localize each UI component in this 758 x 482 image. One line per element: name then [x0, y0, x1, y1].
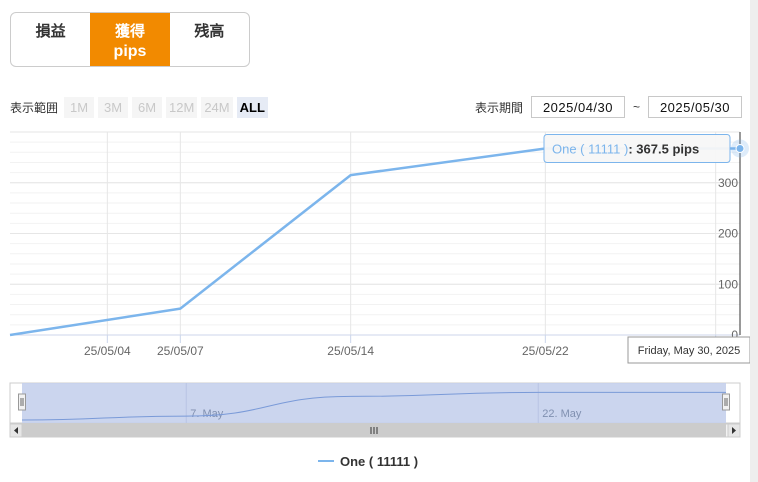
x-tick-label: 25/05/14 [327, 344, 374, 358]
x-tick-label: 25/05/07 [157, 344, 204, 358]
crosshair-date-label: Friday, May 30, 2025 [638, 345, 741, 357]
tooltip-value: : 367.5 pips [628, 141, 699, 156]
navigator-label: 22. May [542, 408, 582, 420]
y-tick-label: 300 [718, 176, 738, 190]
navigator-label: 7. May [190, 408, 224, 420]
navigator-right-handle[interactable] [722, 393, 730, 411]
navigator: 7. May 22. May [9, 382, 741, 438]
y-tick-label: 100 [718, 277, 738, 291]
y-axis: 0100200300 [718, 176, 738, 342]
page-scrollbar[interactable] [750, 0, 758, 482]
tooltip-text: One ( 11111 ): 367.5 pips [552, 141, 699, 156]
tooltip-series-name: One ( 11111 ) [552, 141, 628, 156]
legend[interactable]: One ( 11111 ) [318, 454, 418, 469]
y-tick-label: 200 [718, 227, 738, 241]
series-layer [9, 147, 740, 337]
hover-point [735, 143, 745, 153]
navigator-left-handle[interactable] [18, 393, 26, 411]
pips-chart: 25/05/0425/05/0725/05/1425/05/2225/05/29… [9, 131, 751, 469]
x-tick-label: 25/05/04 [84, 344, 131, 358]
x-tick-label: 25/05/22 [522, 344, 569, 358]
legend-item-one: One ( 11111 ) [340, 454, 418, 469]
series-line-one [9, 147, 740, 337]
tooltip: One ( 11111 ): 367.5 pips Friday, May 30,… [543, 133, 751, 364]
